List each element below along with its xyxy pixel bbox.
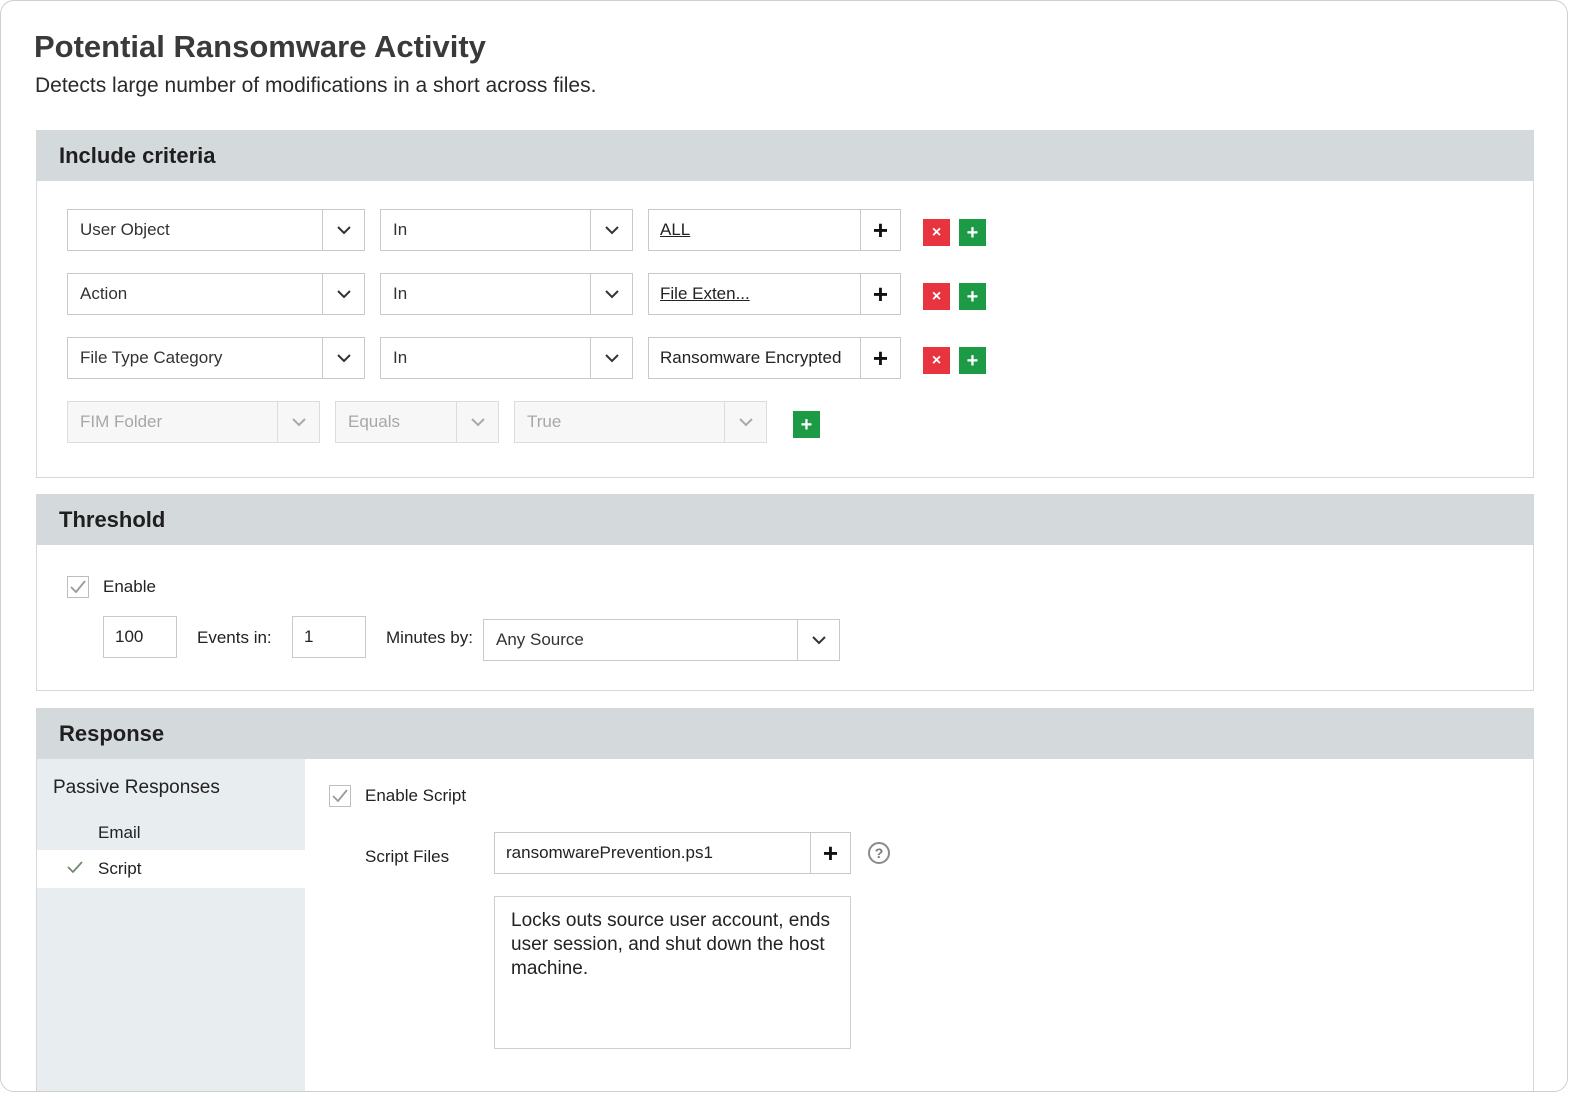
criteria-operator-select-1[interactable]: In	[380, 209, 633, 251]
threshold-enable-checkbox[interactable]	[67, 576, 89, 598]
passive-responses-heading: Passive Responses	[53, 777, 220, 798]
script-file-value: ransomwarePrevention.ps1	[506, 843, 713, 862]
check-icon	[67, 850, 83, 888]
threshold-header: Threshold	[37, 495, 1533, 545]
enable-script-checkbox[interactable]	[329, 785, 351, 807]
response-section: Response Passive Responses Email Script …	[36, 708, 1534, 1091]
script-description: Locks outs source user account, ends use…	[494, 896, 851, 1049]
source-select-value: Any Source	[496, 630, 584, 649]
criteria-field-value: FIM Folder	[80, 412, 163, 431]
criteria-field-value: File Type Category	[80, 348, 223, 367]
criteria-operator-value: In	[393, 220, 408, 239]
criteria-field-value: Action	[80, 284, 128, 303]
add-row-button[interactable]: +	[959, 283, 986, 310]
event-count-input[interactable]: 100	[103, 616, 177, 658]
criteria-field-select-3[interactable]: File Type Category	[67, 337, 365, 379]
criteria-operator-select-3[interactable]: In	[380, 337, 633, 379]
criteria-operator-value: Equals	[348, 412, 400, 431]
criteria-field-value: User Object	[80, 220, 170, 239]
criteria-operator-value: In	[393, 284, 408, 303]
events-in-label: Events in:	[197, 628, 272, 647]
chevron-down-icon	[590, 210, 632, 250]
chevron-down-icon	[322, 338, 364, 378]
remove-row-button[interactable]: ×	[923, 347, 950, 374]
criteria-value-link[interactable]: ALL	[649, 220, 860, 240]
nav-item-script[interactable]: Script	[37, 850, 305, 888]
threshold-enable-label: Enable	[103, 577, 156, 596]
rule-editor-panel: Potential Ransomware Activity Detects la…	[0, 0, 1568, 1092]
chevron-down-icon	[590, 274, 632, 314]
fim-operator-select[interactable]: Equals	[335, 401, 499, 443]
include-criteria-header: Include criteria	[37, 131, 1533, 181]
add-row-button[interactable]: +	[793, 411, 820, 438]
page-subtitle: Detects large number of modifications in…	[35, 74, 597, 97]
criteria-operator-select-2[interactable]: In	[380, 273, 633, 315]
source-select[interactable]: Any Source	[483, 619, 840, 661]
chevron-down-icon	[797, 620, 839, 660]
script-files-label: Script Files	[365, 847, 450, 866]
criteria-value-box-1[interactable]: ALL +	[648, 209, 901, 251]
minutes-input[interactable]: 1	[292, 616, 366, 658]
add-row-button[interactable]: +	[959, 347, 986, 374]
criteria-value-box-3[interactable]: Ransomware Encrypted +	[648, 337, 901, 379]
check-icon	[70, 580, 86, 594]
criteria-field-select-2[interactable]: Action	[67, 273, 365, 315]
chevron-down-icon	[277, 402, 319, 442]
nav-item-label: Email	[98, 823, 141, 842]
chevron-down-icon	[322, 210, 364, 250]
chevron-down-icon	[590, 338, 632, 378]
threshold-section: Threshold Enable 100 Events in: 1 Minute…	[36, 494, 1534, 691]
criteria-value-text: True	[527, 412, 562, 431]
criteria-field-select-1[interactable]: User Object	[67, 209, 365, 251]
fim-value-select[interactable]: True	[514, 401, 767, 443]
remove-row-button[interactable]: ×	[923, 219, 950, 246]
chevron-down-icon	[456, 402, 498, 442]
add-row-button[interactable]: +	[959, 219, 986, 246]
nav-item-label: Script	[98, 859, 142, 878]
page-title: Potential Ransomware Activity	[34, 29, 486, 64]
add-script-icon[interactable]: +	[810, 833, 850, 873]
criteria-value-link[interactable]: File Exten...	[649, 284, 860, 304]
help-circle-icon[interactable]: ?	[868, 842, 890, 864]
include-criteria-section: Include criteria User Object In ALL + × …	[36, 130, 1534, 478]
check-icon	[332, 789, 348, 803]
add-value-icon[interactable]: +	[860, 338, 900, 378]
chevron-down-icon	[724, 402, 766, 442]
remove-row-button[interactable]: ×	[923, 283, 950, 310]
minutes-by-label: Minutes by:	[386, 628, 473, 647]
criteria-value-text: Ransomware Encrypted	[660, 348, 842, 367]
response-side-nav: Passive Responses Email Script	[37, 759, 305, 1091]
enable-script-label: Enable Script	[365, 786, 467, 805]
response-header: Response	[37, 709, 1533, 759]
script-file-box[interactable]: ransomwarePrevention.ps1 +	[494, 832, 851, 874]
fim-field-select[interactable]: FIM Folder	[67, 401, 320, 443]
add-value-icon[interactable]: +	[860, 210, 900, 250]
add-value-icon[interactable]: +	[860, 274, 900, 314]
criteria-value-box-2[interactable]: File Exten... +	[648, 273, 901, 315]
criteria-operator-value: In	[393, 348, 408, 367]
chevron-down-icon	[322, 274, 364, 314]
nav-item-email[interactable]: Email	[37, 814, 305, 852]
